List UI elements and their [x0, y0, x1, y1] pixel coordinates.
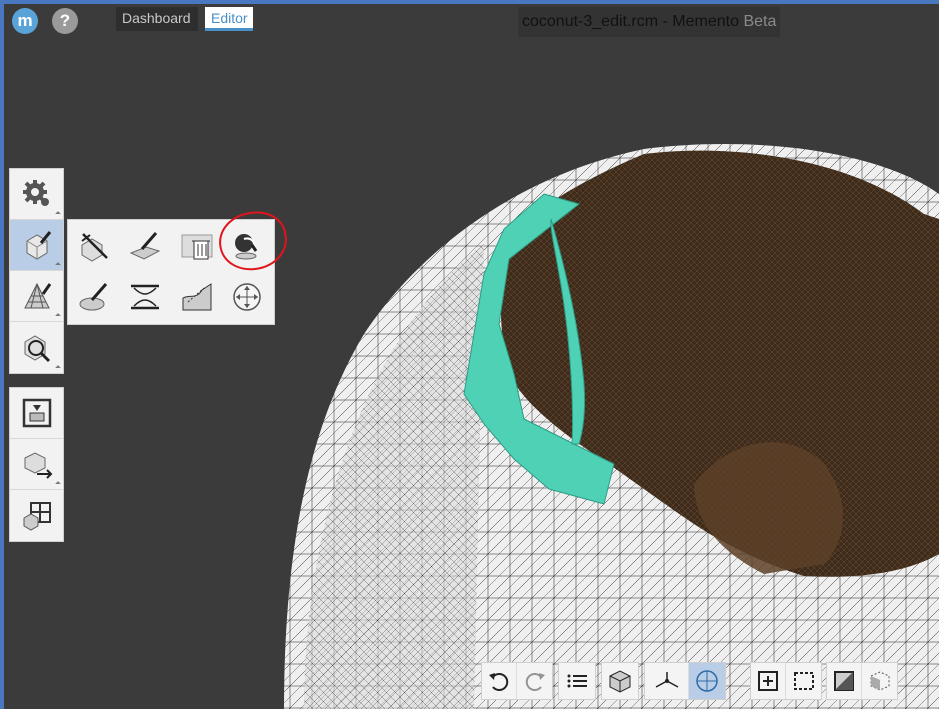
- paint-surface-icon[interactable]: [122, 223, 168, 269]
- list-group: [558, 662, 596, 700]
- delete-selection-icon[interactable]: [72, 223, 118, 269]
- settings-gear-icon[interactable]: [10, 169, 63, 220]
- window-title: coconut-3_edit.rcm - Memento Beta: [518, 7, 781, 37]
- xray-icon[interactable]: [862, 663, 897, 699]
- cube-view-icon[interactable]: [602, 663, 638, 699]
- window-frame: [0, 0, 939, 709]
- smooth-brush-icon[interactable]: [72, 274, 118, 320]
- triangle-mesh-icon[interactable]: [10, 271, 63, 322]
- memento-logo-icon[interactable]: m: [12, 8, 38, 34]
- print-3d-icon[interactable]: [10, 388, 63, 439]
- target-icon[interactable]: [689, 663, 725, 699]
- bridge-icon[interactable]: [122, 274, 168, 320]
- display-group: [826, 662, 898, 700]
- trash-mesh-icon[interactable]: [174, 223, 220, 269]
- clip-plane-icon[interactable]: [827, 663, 863, 699]
- title-beta: Beta: [743, 13, 777, 30]
- tab-dashboard[interactable]: Dashboard: [116, 7, 198, 31]
- selection-group: [750, 662, 822, 700]
- inspect-magnifier-icon[interactable]: [10, 322, 63, 373]
- list-icon[interactable]: [559, 663, 595, 699]
- title-file: coconut-3_edit.rcm - Memento: [522, 13, 739, 30]
- move-transform-icon[interactable]: [224, 274, 270, 320]
- top-bar: m ? Dashboard Editor coconut-3_edit.rcm …: [4, 4, 939, 38]
- cube-view-group: [601, 662, 639, 700]
- axes-icon[interactable]: [645, 663, 689, 699]
- axes-group: [644, 662, 726, 700]
- undo-redo-group: [481, 662, 553, 700]
- undo-icon[interactable]: [482, 663, 518, 699]
- add-select-icon[interactable]: [751, 663, 787, 699]
- help-icon[interactable]: ?: [52, 8, 78, 34]
- surface-cut-icon[interactable]: [174, 274, 220, 320]
- edit-mesh-icon[interactable]: [10, 220, 63, 271]
- left-toolbar-group-2: [9, 387, 64, 542]
- redo-icon[interactable]: [517, 663, 552, 699]
- left-toolbar-group-1: [9, 168, 64, 374]
- export-cube-icon[interactable]: [10, 439, 63, 490]
- tab-editor[interactable]: Editor: [205, 7, 253, 31]
- grid-layout-icon[interactable]: [10, 490, 63, 541]
- marquee-select-icon[interactable]: [786, 663, 821, 699]
